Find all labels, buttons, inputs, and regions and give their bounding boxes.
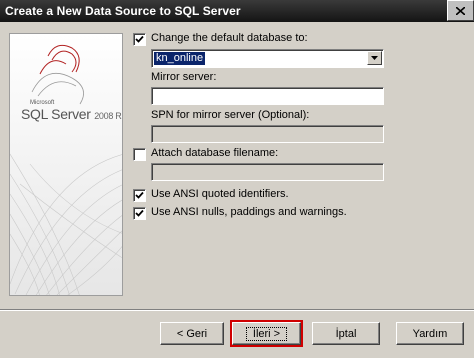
spn-mirror-label: SPN for mirror server (Optional): bbox=[151, 109, 310, 121]
help-button-label: Yardım bbox=[412, 327, 448, 340]
logo-version: 2008 R2 bbox=[94, 111, 123, 121]
title-bar: Create a New Data Source to SQL Server bbox=[0, 0, 474, 22]
default-db-value: kn_online bbox=[154, 52, 206, 65]
banner-art bbox=[10, 34, 122, 295]
spn-mirror-input[interactable] bbox=[151, 125, 384, 143]
dropdown-button[interactable] bbox=[367, 51, 382, 65]
ansi-nulls-label: Use ANSI nulls, paddings and warnings. bbox=[151, 206, 347, 218]
attach-db-checkbox[interactable] bbox=[133, 148, 146, 161]
cancel-button[interactable]: İptal bbox=[312, 322, 380, 345]
sql-server-banner: Microsoft SQL Server 2008 R2 bbox=[9, 33, 123, 296]
checkmark-icon bbox=[135, 35, 144, 43]
close-icon bbox=[456, 6, 465, 15]
checkmark-icon bbox=[135, 209, 144, 217]
ansi-quoted-label: Use ANSI quoted identifiers. bbox=[151, 188, 289, 200]
checkmark-icon bbox=[135, 191, 144, 199]
logo-product-name: SQL Server bbox=[21, 106, 91, 122]
attach-db-label: Attach database filename: bbox=[151, 147, 279, 159]
close-button[interactable] bbox=[447, 0, 474, 21]
attach-db-input[interactable] bbox=[151, 163, 384, 181]
back-button[interactable]: < Geri bbox=[160, 322, 224, 345]
default-db-combobox[interactable]: kn_online bbox=[151, 49, 384, 68]
back-button-label: < Geri bbox=[176, 327, 208, 340]
ansi-nulls-checkbox[interactable] bbox=[133, 207, 146, 220]
footer-separator bbox=[0, 309, 474, 311]
cancel-button-label: İptal bbox=[335, 327, 357, 340]
change-default-db-label: Change the default database to: bbox=[151, 32, 308, 44]
chevron-down-icon bbox=[371, 56, 378, 60]
change-default-db-checkbox[interactable] bbox=[133, 33, 146, 46]
help-button[interactable]: Yardım bbox=[396, 322, 464, 345]
logo-product: SQL Server 2008 R2 bbox=[21, 106, 123, 122]
window-title: Create a New Data Source to SQL Server bbox=[5, 4, 241, 18]
mirror-server-label: Mirror server: bbox=[151, 71, 217, 83]
ansi-quoted-checkbox[interactable] bbox=[133, 189, 146, 202]
mirror-server-input[interactable] bbox=[151, 87, 384, 105]
next-button[interactable]: İleri > bbox=[230, 320, 303, 347]
next-button-label: İleri > bbox=[245, 326, 288, 341]
